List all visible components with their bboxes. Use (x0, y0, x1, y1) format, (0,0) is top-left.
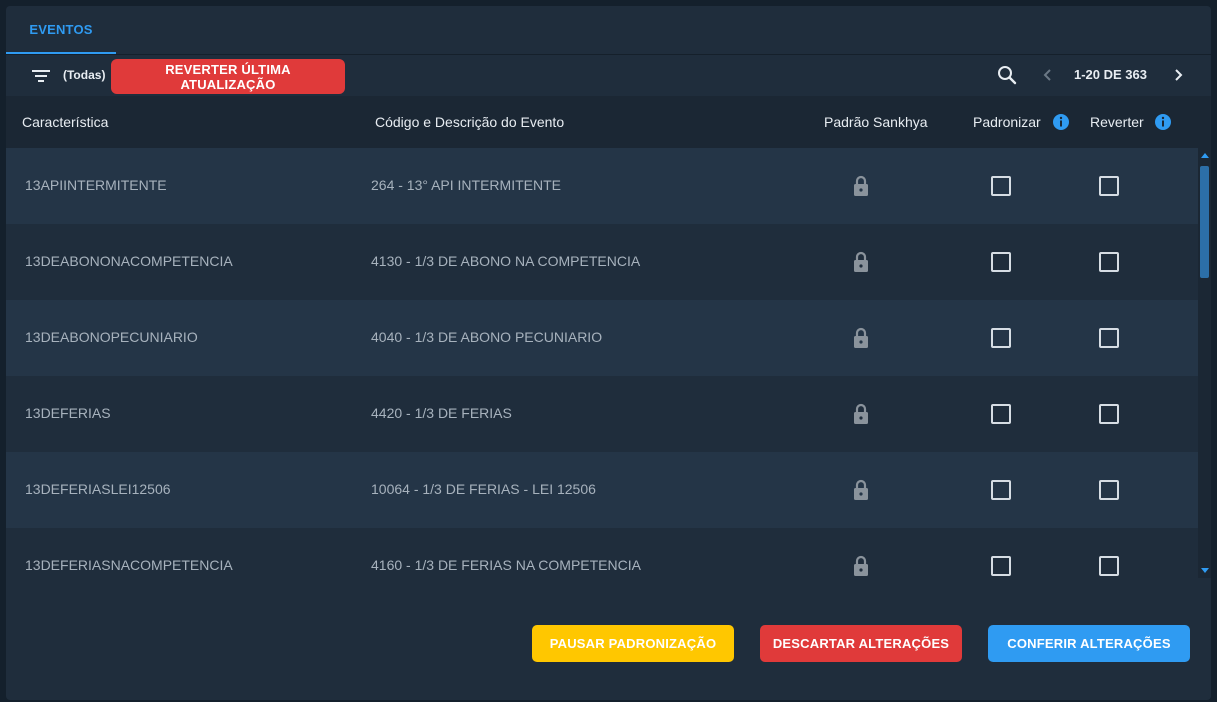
column-header-reverter: Reverter (1090, 114, 1144, 130)
scrollbar-thumb[interactable] (1200, 166, 1209, 278)
table-row: 13DEFERIASLEI12506 10064 - 1/3 DE FERIAS… (6, 452, 1198, 528)
scroll-down-arrow-icon[interactable] (1201, 568, 1209, 573)
column-header-codigo-descricao[interactable]: Código e Descrição do Evento (375, 114, 564, 130)
cell-evento: 4160 - 1/3 DE FERIAS NA COMPETENCIA (371, 557, 641, 573)
cell-caracteristica: 13APIINTERMITENTE (25, 177, 167, 193)
search-icon[interactable] (996, 64, 1018, 86)
padronizar-checkbox[interactable] (991, 176, 1011, 196)
discard-changes-button[interactable]: DESCARTAR ALTERAÇÕES (760, 625, 962, 662)
table-row: 13DEABONONACOMPETENCIA 4130 - 1/3 DE ABO… (6, 224, 1198, 300)
tab-active-indicator (6, 52, 116, 54)
tab-eventos[interactable]: EVENTOS (6, 6, 116, 54)
reverter-checkbox[interactable] (1099, 176, 1119, 196)
padronizar-checkbox[interactable] (991, 556, 1011, 576)
cell-evento: 10064 - 1/3 DE FERIAS - LEI 12506 (371, 481, 596, 497)
lock-icon (854, 403, 868, 424)
table-row: 13DEABONOPECUNIARIO 4040 - 1/3 DE ABONO … (6, 300, 1198, 376)
cell-caracteristica: 13DEABONOPECUNIARIO (25, 329, 198, 345)
filter-icon[interactable] (30, 67, 52, 85)
padronizar-checkbox[interactable] (991, 480, 1011, 500)
table-header: Característica Código e Descrição do Eve… (6, 96, 1211, 148)
column-header-padronizar: Padronizar (973, 114, 1041, 130)
chevron-left-icon[interactable] (1040, 67, 1056, 83)
filter-label[interactable]: (Todas) (63, 68, 105, 82)
reverter-checkbox[interactable] (1099, 328, 1119, 348)
table-scrollbar[interactable] (1198, 148, 1211, 578)
cell-evento: 4130 - 1/3 DE ABONO NA COMPETENCIA (371, 253, 641, 269)
reverter-checkbox[interactable] (1099, 480, 1119, 500)
revert-last-update-button[interactable]: REVERTER ÚLTIMA ATUALIZAÇÃO (111, 59, 345, 94)
lock-icon (854, 251, 868, 272)
table-row: 13DEFERIAS 4420 - 1/3 DE FERIAS (6, 376, 1198, 452)
lock-icon (854, 555, 868, 576)
column-header-caracteristica[interactable]: Característica (22, 114, 108, 130)
table-body: 13APIINTERMITENTE 264 - 13° API INTERMIT… (6, 148, 1198, 578)
padronizar-checkbox[interactable] (991, 404, 1011, 424)
padronizar-checkbox[interactable] (991, 252, 1011, 272)
scroll-up-arrow-icon[interactable] (1201, 153, 1209, 158)
cell-caracteristica: 13DEFERIAS (25, 405, 111, 421)
reverter-checkbox[interactable] (1099, 556, 1119, 576)
cell-evento: 4420 - 1/3 DE FERIAS (371, 405, 512, 421)
pagination-range: 1-20 DE 363 (1074, 67, 1147, 82)
lock-icon (854, 479, 868, 500)
cell-caracteristica: 13DEFERIASLEI12506 (25, 481, 171, 497)
review-changes-button[interactable]: CONFERIR ALTERAÇÕES (988, 625, 1190, 662)
toolbar: (Todas) REVERTER ÚLTIMA ATUALIZAÇÃO 1-20… (6, 55, 1211, 96)
table-row: 13DEFERIASNACOMPETENCIA 4160 - 1/3 DE FE… (6, 528, 1198, 578)
reverter-checkbox[interactable] (1099, 252, 1119, 272)
lock-icon (854, 175, 868, 196)
eventos-panel: EVENTOS (Todas) REVERTER ÚLTIMA ATUALIZA… (6, 6, 1211, 700)
cell-caracteristica: 13DEABONONACOMPETENCIA (25, 253, 233, 269)
table-row: 13APIINTERMITENTE 264 - 13° API INTERMIT… (6, 148, 1198, 224)
tab-bar: EVENTOS (6, 6, 1211, 55)
padronizar-checkbox[interactable] (991, 328, 1011, 348)
lock-icon (854, 327, 868, 348)
chevron-right-icon[interactable] (1170, 67, 1186, 83)
column-header-padrao-sankhya: Padrão Sankhya (824, 114, 928, 130)
cell-caracteristica: 13DEFERIASNACOMPETENCIA (25, 557, 233, 573)
cell-evento: 4040 - 1/3 DE ABONO PECUNIARIO (371, 329, 603, 345)
pause-standardization-button[interactable]: PAUSAR PADRONIZAÇÃO (532, 625, 734, 662)
tab-eventos-label: EVENTOS (29, 22, 93, 37)
reverter-checkbox[interactable] (1099, 404, 1119, 424)
cell-evento: 264 - 13° API INTERMITENTE (371, 177, 561, 193)
padronizar-info-icon[interactable] (1052, 113, 1070, 131)
reverter-info-icon[interactable] (1154, 113, 1172, 131)
